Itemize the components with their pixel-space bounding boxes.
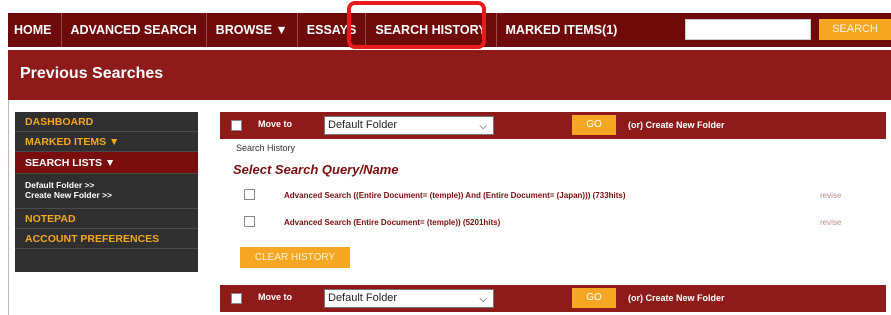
go-button[interactable]: GO bbox=[572, 115, 616, 135]
search-query-link[interactable]: Advanced Search ((Entire Document= (temp… bbox=[284, 191, 626, 200]
nav-home[interactable]: HOME bbox=[8, 13, 62, 47]
column-header: Select Search Query/Name bbox=[233, 162, 399, 177]
sidebar-item-account-preferences[interactable]: ACCOUNT PREFERENCES bbox=[15, 229, 198, 249]
search-input[interactable] bbox=[685, 19, 811, 40]
top-navigation: HOME ADVANCED SEARCH BROWSE ▼ ESSAYS SEA… bbox=[0, 0, 891, 49]
chevron-down-icon: ⌵ bbox=[479, 294, 487, 305]
clear-history-button[interactable]: CLEAR HISTORY bbox=[240, 247, 350, 268]
table-row: Advanced Search ((Entire Document= (temp… bbox=[244, 189, 884, 209]
nav-browse[interactable]: BROWSE ▼ bbox=[207, 13, 298, 47]
folder-select[interactable]: Default Folder ⌵ bbox=[324, 116, 494, 135]
sidebar-sub-default-folder[interactable]: Default Folder >> bbox=[15, 180, 198, 190]
move-to-label: Move to bbox=[258, 119, 293, 129]
move-to-label: Move to bbox=[258, 292, 293, 302]
search-history-label: Search History bbox=[236, 143, 296, 153]
sidebar-item-dashboard[interactable]: DASHBOARD bbox=[15, 112, 198, 132]
page-title: Previous Searches bbox=[20, 65, 164, 82]
table-row: Advanced Search (Entire Document= (templ… bbox=[244, 216, 884, 236]
folder-select-value: Default Folder bbox=[328, 119, 398, 131]
sidebar-sublist: Default Folder >> Create New Folder >> bbox=[15, 174, 198, 209]
search-query-link[interactable]: Advanced Search (Entire Document= (templ… bbox=[284, 218, 500, 227]
revise-link[interactable]: revise bbox=[820, 191, 841, 200]
folder-select[interactable]: Default Folder ⌵ bbox=[324, 289, 494, 308]
sidebar-sub-create-folder[interactable]: Create New Folder >> bbox=[15, 190, 198, 200]
sidebar-item-notepad[interactable]: NOTEPAD bbox=[15, 209, 198, 229]
sidebar-item-search-lists[interactable]: SEARCH LISTS ▼ bbox=[15, 152, 198, 174]
chevron-down-icon: ⌵ bbox=[479, 121, 487, 132]
search-button[interactable]: SEARCH bbox=[819, 19, 891, 40]
nav-advanced-search[interactable]: ADVANCED SEARCH bbox=[62, 13, 207, 47]
go-button[interactable]: GO bbox=[572, 288, 616, 308]
folder-bar-bottom: Move to Default Folder ⌵ GO (or) Create … bbox=[220, 285, 886, 312]
folder-select-value: Default Folder bbox=[328, 292, 398, 304]
select-all-checkbox[interactable] bbox=[231, 293, 242, 304]
folder-bar-top: Move to Default Folder ⌵ GO (or) Create … bbox=[220, 112, 886, 139]
page-header: Previous Searches bbox=[8, 50, 891, 100]
revise-link[interactable]: revise bbox=[820, 218, 841, 227]
create-folder-link[interactable]: (or) Create New Folder bbox=[628, 120, 725, 130]
select-all-checkbox[interactable] bbox=[231, 120, 242, 131]
highlight-annotation bbox=[347, 1, 486, 49]
row-checkbox[interactable] bbox=[244, 216, 255, 227]
sidebar-item-marked-items[interactable]: MARKED ITEMS ▼ bbox=[15, 132, 198, 152]
row-checkbox[interactable] bbox=[244, 189, 255, 200]
nav-marked-items[interactable]: MARKED ITEMS(1) bbox=[497, 13, 627, 47]
sidebar: DASHBOARD MARKED ITEMS ▼ SEARCH LISTS ▼ … bbox=[15, 112, 198, 272]
create-folder-link[interactable]: (or) Create New Folder bbox=[628, 293, 725, 303]
